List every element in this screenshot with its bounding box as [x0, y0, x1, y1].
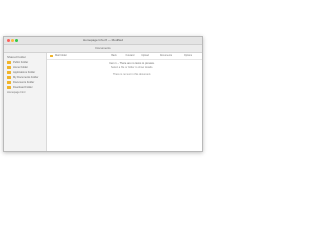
folder-icon: [7, 71, 11, 74]
sidebar-item-label: Public Folder: [13, 61, 29, 64]
sidebar: Shared Folder Public Folder Home Folder …: [4, 53, 47, 151]
folder-icon: [7, 66, 11, 69]
sidebar-item-label: Home Folder: [13, 66, 28, 69]
app-window: Homepage Info.rtf — Modified Documents S…: [3, 36, 203, 152]
main-toolbar: Mail folder Back Forward Upload Document…: [47, 53, 202, 60]
folder-icon: [7, 86, 11, 89]
options-button[interactable]: Options: [181, 54, 195, 58]
sidebar-item-homepage[interactable]: Homepage.html: [7, 90, 45, 95]
folder-icon: [50, 54, 53, 57]
upload-button[interactable]: Upload: [139, 54, 151, 58]
sidebar-item-label: My Documents Folder: [13, 76, 39, 79]
main-pane: Mail folder Back Forward Upload Document…: [47, 53, 202, 151]
folder-icon: [7, 61, 11, 64]
title-bar[interactable]: Homepage Info.rtf — Modified: [4, 37, 202, 45]
main-title: Mail folder: [55, 54, 67, 57]
sidebar-item-label: Documents Folder: [13, 81, 35, 84]
sidebar-list: Public Folder Home Folder Applications F…: [7, 60, 45, 95]
sidebar-item-label: Download Folder: [13, 86, 33, 89]
folder-icon: [7, 76, 11, 79]
window-toolbar: Documents: [4, 45, 202, 53]
toolbar-title: Documents: [95, 46, 111, 50]
sidebar-item-label: Applications Folder: [13, 71, 36, 74]
documents-button[interactable]: Documents: [153, 54, 179, 58]
empty-state-message: Item 1 – There are no items to preview. …: [87, 62, 177, 77]
folder-icon: [7, 81, 11, 84]
forward-button[interactable]: Forward: [123, 54, 137, 58]
back-button[interactable]: Back: [107, 54, 121, 58]
message-line: There is no text in this document.: [112, 73, 152, 76]
sidebar-header: Shared Folder: [7, 55, 27, 59]
window-title: Homepage Info.rtf — Modified: [82, 38, 124, 42]
